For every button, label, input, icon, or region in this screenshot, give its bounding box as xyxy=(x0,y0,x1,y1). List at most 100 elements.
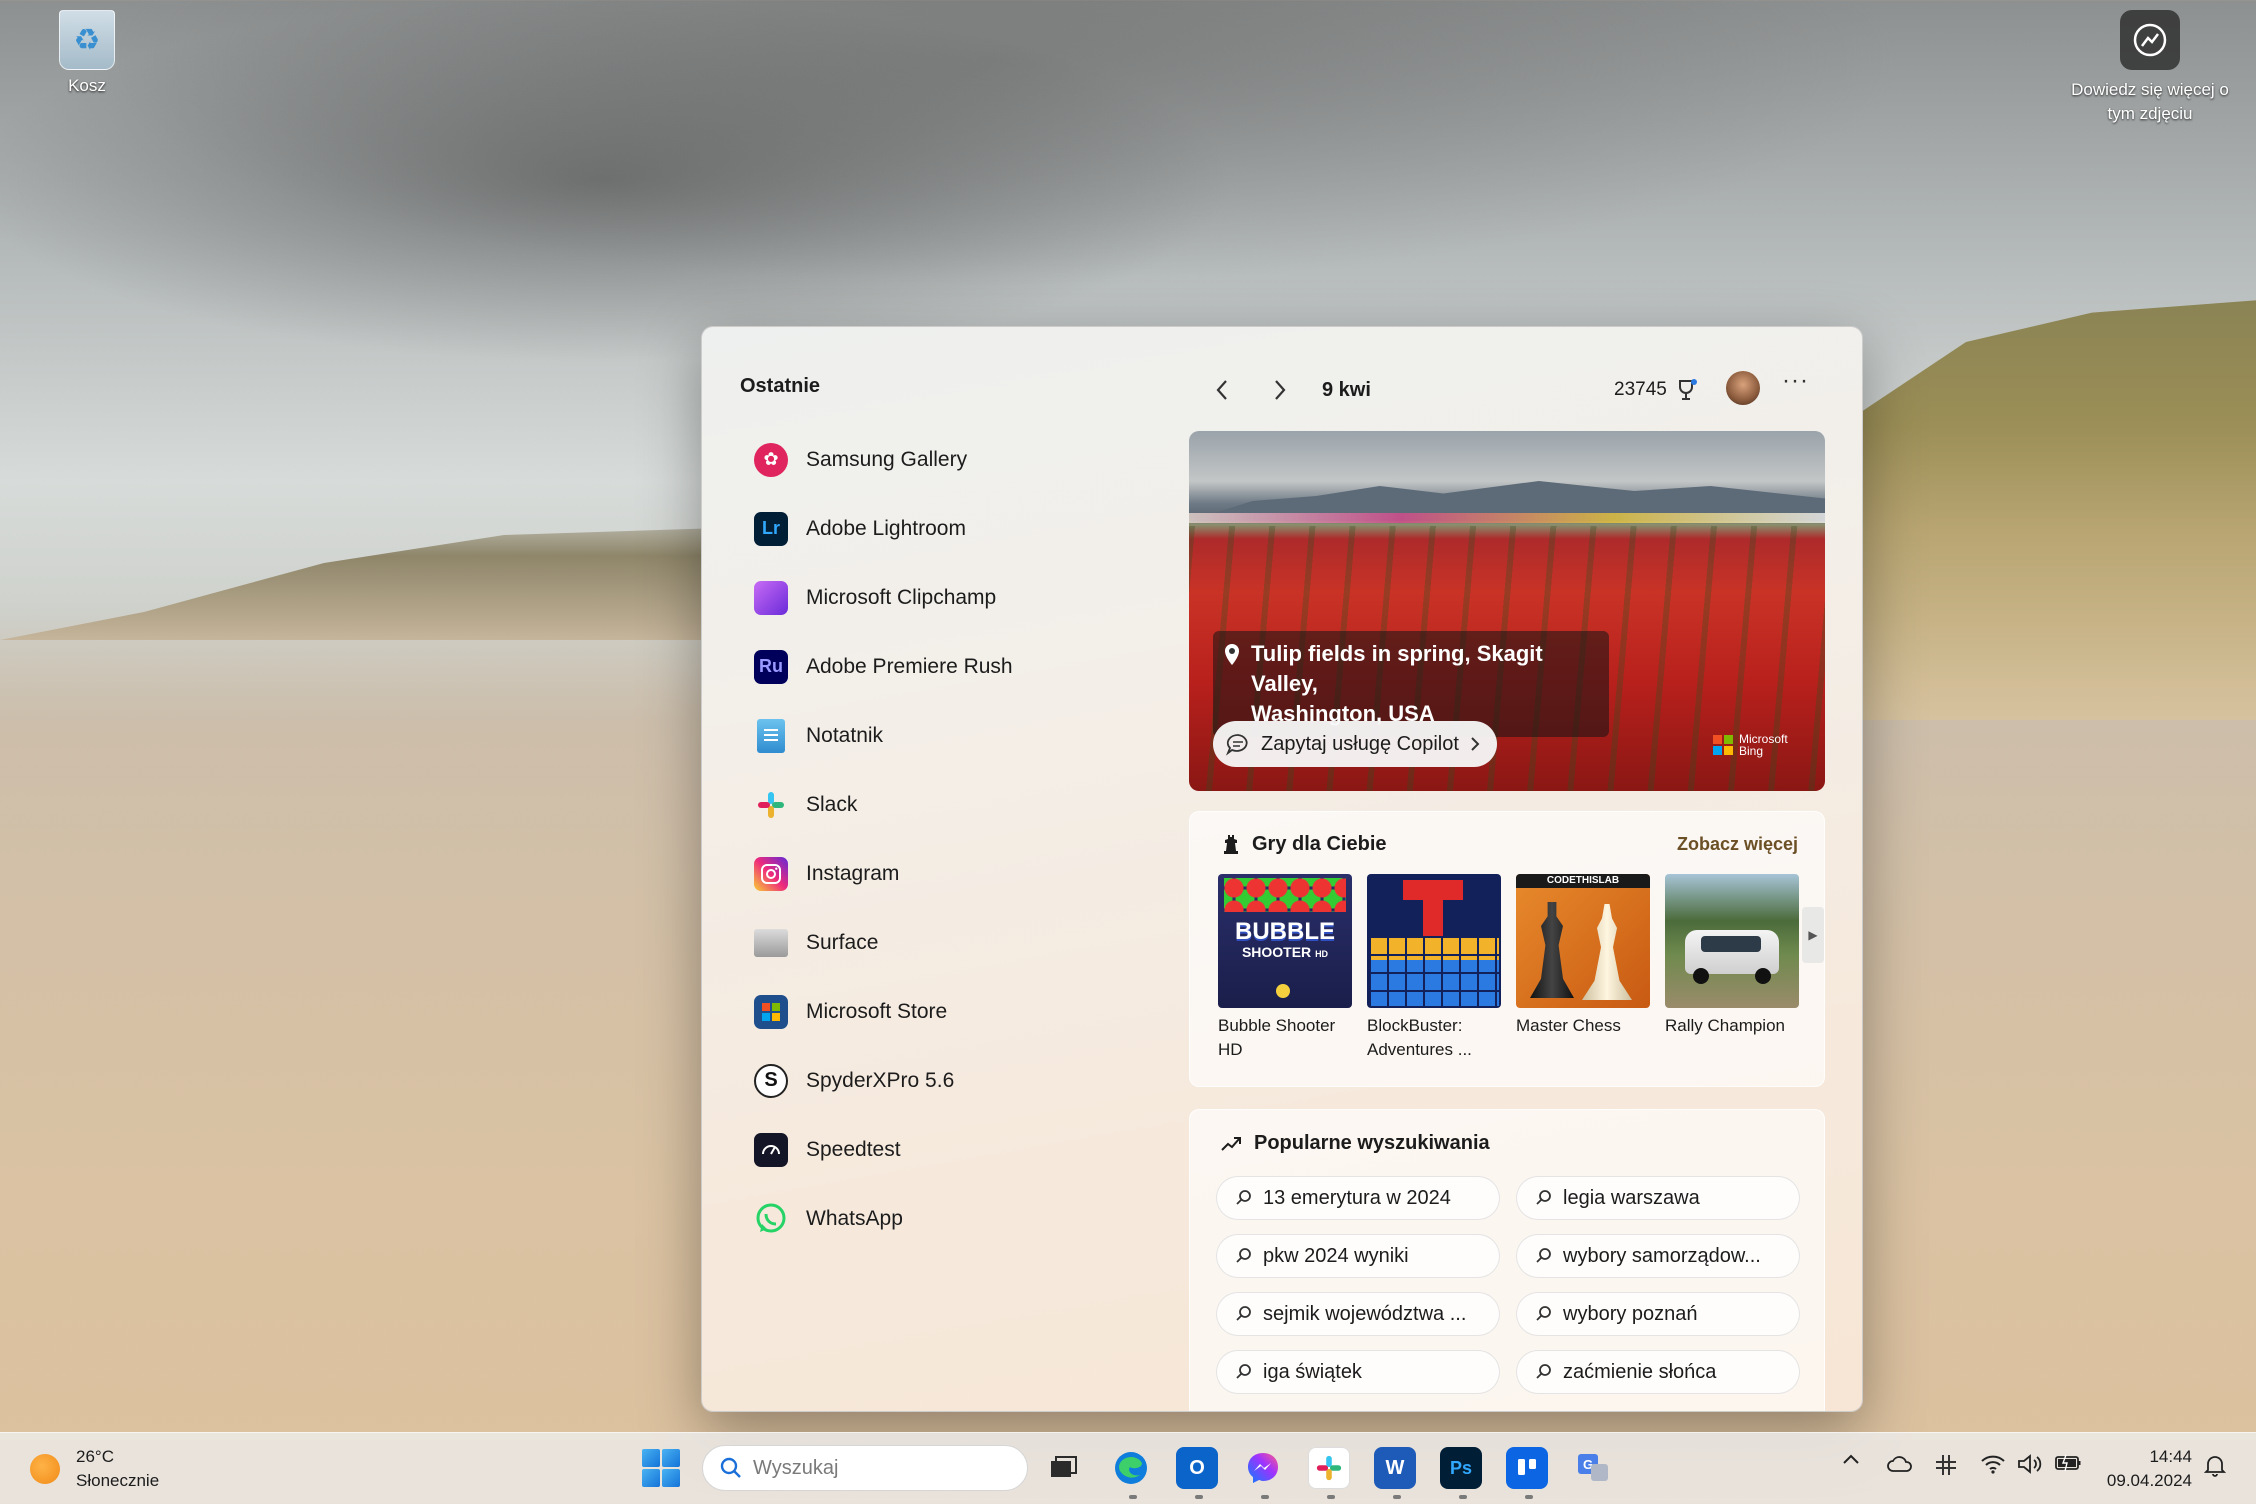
popular-search-chip[interactable]: wybory samorządow... xyxy=(1516,1234,1800,1278)
bell-icon xyxy=(2204,1456,2226,1477)
messenger-taskbar-button[interactable] xyxy=(1242,1447,1284,1489)
date-navigation: 9 kwi xyxy=(1202,375,1371,405)
task-view-button[interactable] xyxy=(1042,1447,1084,1489)
master-chess-thumbnail: CODETHISLAB xyxy=(1516,874,1650,1008)
recycle-bin-desktop-icon[interactable]: Kosz xyxy=(42,10,132,96)
recent-item-adobe-lightroom[interactable]: Lr Adobe Lightroom xyxy=(754,494,1174,563)
popular-search-chip[interactable]: zaćmienie słońca xyxy=(1516,1350,1800,1394)
ask-copilot-button[interactable]: Zapytaj usługę Copilot xyxy=(1213,721,1497,767)
recent-item-surface[interactable]: Surface xyxy=(754,908,1174,977)
user-avatar[interactable] xyxy=(1726,371,1760,405)
recent-apps-list: ✿ Samsung Gallery Lr Adobe Lightroom Mic… xyxy=(754,425,1174,1253)
game-name: Rally Champion xyxy=(1665,1014,1799,1038)
outlook-new-icon: O xyxy=(1189,1456,1205,1479)
spyder-icon: S xyxy=(754,1063,788,1098)
game-name: Bubble Shooter HD xyxy=(1218,1014,1352,1062)
recent-item-slack[interactable]: Slack xyxy=(754,770,1174,839)
sun-icon xyxy=(30,1454,60,1484)
game-tile-blockbuster[interactable]: BlockBuster: Adventures ... xyxy=(1367,874,1501,1062)
learn-label-line1: Dowiedz się więcej o xyxy=(2071,80,2229,99)
popular-search-chip[interactable]: iga świątek xyxy=(1216,1350,1500,1394)
recent-item-notatnik[interactable]: Notatnik xyxy=(754,701,1174,770)
chevron-right-icon xyxy=(1471,737,1480,751)
trello-taskbar-button[interactable] xyxy=(1506,1447,1548,1489)
start-button[interactable] xyxy=(642,1449,680,1487)
edge-icon xyxy=(1115,1452,1147,1484)
instagram-icon xyxy=(754,856,788,891)
location-line1: Tulip fields in spring, Skagit Valley, xyxy=(1251,641,1543,696)
onedrive-tray-button[interactable] xyxy=(1886,1453,1914,1475)
slack-taskbar-button[interactable] xyxy=(1308,1447,1350,1489)
chip-label: pkw 2024 wyniki xyxy=(1263,1244,1409,1267)
weather-description: Słonecznie xyxy=(76,1471,160,1490)
previous-day-button[interactable] xyxy=(1202,375,1242,405)
recent-item-label: Instagram xyxy=(806,861,900,885)
translator-taskbar-button[interactable]: G xyxy=(1572,1447,1614,1489)
game-tile-rally-champion[interactable]: Rally Champion xyxy=(1665,874,1799,1038)
chip-label: 13 emerytura w 2024 xyxy=(1263,1186,1451,1209)
premiere-rush-icon: Ru xyxy=(754,649,788,684)
popular-search-chip[interactable]: pkw 2024 wyniki xyxy=(1216,1234,1500,1278)
surface-icon xyxy=(754,928,788,957)
trending-arrow-icon xyxy=(1221,1136,1241,1151)
network-tray-button[interactable] xyxy=(1980,1453,2006,1475)
weather-widget[interactable]: 26°C Słonecznie xyxy=(30,1445,159,1493)
volume-tray-button[interactable] xyxy=(2016,1453,2042,1475)
recent-item-microsoft-store[interactable]: Microsoft Store xyxy=(754,977,1174,1046)
notifications-button[interactable] xyxy=(2204,1453,2226,1477)
popular-search-chip[interactable]: wybory poznań xyxy=(1516,1292,1800,1336)
games-scroll-right-button[interactable]: ▶ xyxy=(1802,907,1824,963)
search-icon xyxy=(1536,1306,1551,1321)
game-name: Master Chess xyxy=(1516,1014,1650,1038)
chess-piece-icon xyxy=(1224,835,1238,854)
chevron-up-icon xyxy=(1843,1454,1859,1464)
recent-item-microsoft-clipchamp[interactable]: Microsoft Clipchamp xyxy=(754,563,1174,632)
bubble-shooter-thumbnail: BUBBLE SHOOTER HD xyxy=(1218,874,1352,1008)
show-hidden-icons-button[interactable] xyxy=(1842,1453,1860,1465)
recent-item-instagram[interactable]: Instagram xyxy=(754,839,1174,908)
bubble-title-bottom: SHOOTER xyxy=(1241,944,1312,960)
recent-item-label: Surface xyxy=(806,930,879,954)
search-icon xyxy=(720,1457,741,1478)
recent-item-adobe-premiere-rush[interactable]: Ru Adobe Premiere Rush xyxy=(754,632,1174,701)
rewards-points[interactable]: 23745 xyxy=(1614,377,1699,403)
recent-item-samsung-gallery[interactable]: ✿ Samsung Gallery xyxy=(754,425,1174,494)
recent-item-spyderxpro[interactable]: S SpyderXPro 5.6 xyxy=(754,1046,1174,1115)
lightroom-icon: Lr xyxy=(754,511,788,546)
photoshop-taskbar-button[interactable]: Ps xyxy=(1440,1447,1482,1489)
windows-logo-tile xyxy=(642,1469,660,1487)
outlook-taskbar-button[interactable]: O xyxy=(1176,1447,1218,1489)
taskbar-clock[interactable]: 14:44 09.04.2024 xyxy=(2100,1445,2192,1493)
samsung-gallery-icon: ✿ xyxy=(754,442,788,477)
recent-item-speedtest[interactable]: Speedtest xyxy=(754,1115,1174,1184)
battery-tray-button[interactable] xyxy=(2054,1453,2082,1473)
learn-about-picture-desktop-icon[interactable]: Dowiedz się więcej o tym zdjęciu xyxy=(2060,10,2240,126)
windows-logo-tile xyxy=(662,1469,680,1487)
game-tile-bubble-shooter[interactable]: BUBBLE SHOOTER HD Bubble Shooter HD xyxy=(1218,874,1352,1062)
messenger-icon xyxy=(1248,1453,1278,1483)
recent-item-label: Microsoft Clipchamp xyxy=(806,585,997,609)
popular-search-chip[interactable]: sejmik województwa ... xyxy=(1216,1292,1500,1336)
chip-label: sejmik województwa ... xyxy=(1263,1302,1467,1325)
taskbar-search-box[interactable] xyxy=(702,1445,1028,1491)
taskbar: 26°C Słonecznie O W Ps G xyxy=(0,1432,2256,1504)
taskbar-search-input[interactable] xyxy=(753,1456,993,1480)
outlook-running-indicator xyxy=(1195,1495,1203,1499)
popular-search-chip[interactable]: legia warszawa xyxy=(1516,1176,1800,1220)
edge-taskbar-button[interactable] xyxy=(1110,1447,1152,1489)
microsoft-logo-icon xyxy=(1713,735,1733,755)
popular-search-chip[interactable]: 13 emerytura w 2024 xyxy=(1216,1176,1500,1220)
slack-tray-button[interactable] xyxy=(1934,1453,1958,1477)
more-options-button[interactable]: ··· xyxy=(1782,367,1809,395)
recent-item-whatsapp[interactable]: WhatsApp xyxy=(754,1184,1174,1253)
see-more-games-link[interactable]: Zobacz więcej xyxy=(1677,834,1798,855)
next-day-button[interactable] xyxy=(1260,375,1300,405)
search-icon xyxy=(1536,1364,1551,1379)
bubble-title-top: BUBBLE xyxy=(1235,918,1335,945)
game-tile-master-chess[interactable]: CODETHISLAB Master Chess xyxy=(1516,874,1650,1038)
chat-bubble-icon xyxy=(1225,734,1248,756)
word-taskbar-button[interactable]: W xyxy=(1374,1447,1416,1489)
current-date-label: 9 kwi xyxy=(1322,378,1371,401)
daily-picture-card[interactable]: Tulip fields in spring, Skagit Valley, W… xyxy=(1189,431,1825,791)
rewards-points-value: 23745 xyxy=(1614,379,1667,400)
